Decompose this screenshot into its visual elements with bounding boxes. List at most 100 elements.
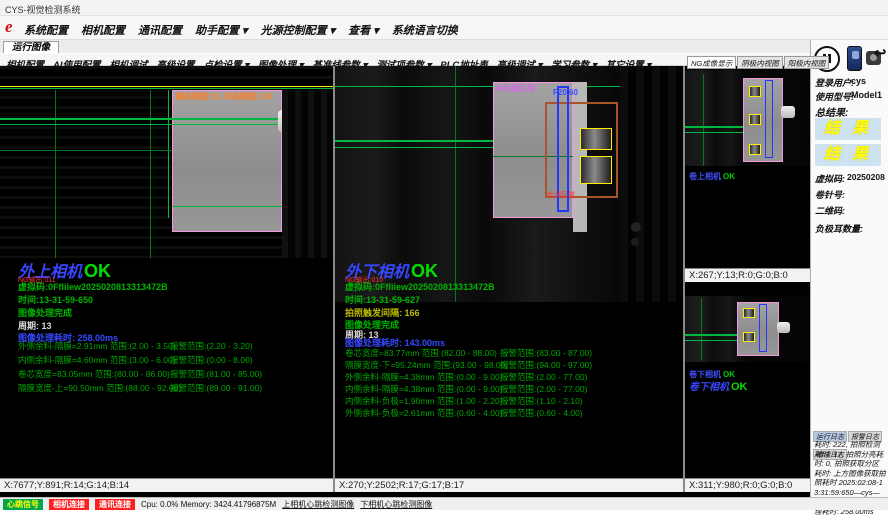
cpu-memory-readout: Cpu: 0.0% Memory: 3424.41796875M [141,500,276,509]
camera-status: OK [84,261,111,281]
window-title: CYS-视觉检测系统 [5,3,81,16]
menu-language-switch[interactable]: 系统语言切换 [392,22,458,38]
user-value: cys [851,76,866,86]
done-line: 图像处理完成 [18,306,72,319]
connector-blob [777,322,790,333]
title-bar: CYS-视觉检测系统 [0,0,888,16]
threshold-label: 静态阈值:93, 动态阈值:100 [176,91,272,102]
tab-feature-box [749,86,761,97]
menu-light-control[interactable]: 光源控制配置 ▾ [261,22,336,38]
overlay-green-line [685,340,737,341]
camera-view-lower-outer[interactable]: AI检测区域 F20.60 检测区域 外下相机OK NG输出:010 虚拟码:0… [335,66,683,492]
machine-right-section [620,66,683,302]
menu-view[interactable]: 查看 ▾ [348,22,379,38]
device-button[interactable] [847,46,862,71]
overlay-green-line [685,126,743,128]
app-logo-icon: e [5,17,13,37]
tab-run-image[interactable]: 运行图像 [3,41,59,53]
overlay-green-line [0,118,282,120]
measurement-row: 内侧余料-隔膜=4.38mm 范围:(0.00 - 9.00)报警范围:(2.0… [345,383,680,395]
ai-region-label: AI检测区域 [495,83,535,94]
status-bar: 心跳信号 相机连接 通讯连接 Cpu: 0.0% Memory: 3424.41… [0,497,888,510]
heartbeat-status-badge: 心跳信号 [3,499,43,510]
qr-code-label: 二维码: [815,204,845,217]
upper-camera-heartbeat-link[interactable]: 上相机心跳检测图像 [282,499,354,510]
menu-system-config[interactable]: 系统配置 [24,22,68,38]
menu-camera-config[interactable]: 相机配置 [81,22,125,38]
alarm-range: 报警范围:(2.20 - 3.20) [170,340,253,352]
menu-comm-config[interactable]: 通讯配置 [138,22,182,38]
camera-connection-badge: 相机连接 [49,499,89,510]
logout-button[interactable]: ↩ [872,45,888,63]
pixel-coordinates-readout: X:311;Y:980;R:0;G:0;B:0 [685,478,810,492]
camera-image-side-bottom[interactable] [685,296,810,362]
region-label: 检测区域 [547,190,575,200]
pixel-coordinates-readout: X:7677;Y:891;R:14;G:14;B:14 [0,478,333,492]
alarm-range: 报警范围:(89.00 - 91.00) [170,382,262,394]
side-result-camera: 卷下相机 [689,382,729,393]
barcode-line: 虚拟码:0Ffliiew2025020813313472B [18,280,168,293]
measurement-value: 内侧余料-隔膜=4.38mm 范围:(0.00 - 9.00) [345,383,503,395]
measurement-row: 内侧余料-负极=1.90mm 范围:(1.00 - 2.20)报警范围:(1.1… [345,395,680,407]
overlay-green-line [0,150,172,151]
tab-feature-box [580,156,612,184]
alarm-range: 报警范围:(0.60 - 4.00) [500,407,583,419]
measurement-row: 卷芯宽度=83.77mm 范围:(82.00 - 88.00)报警范围:(83.… [345,347,680,359]
barcode-line: 虚拟码:0Ffliiew2025020813313472B [345,280,495,293]
tab-anode-inner-view[interactable]: 阳极内视图 [784,56,830,69]
measurement-row: 卷芯宽度=83.05mm 范围:(80.00 - 86.00)报警范围:(81.… [18,368,328,380]
connector-blob [781,106,795,118]
measurement-row: 外侧余料-负极=2.61mm 范围:(0.60 - 4.00)报警范围:(0.6… [345,407,680,419]
measurement-value: 内侧余料-隔膜=4.60mm 范围:(3.00 - 6.00) [18,354,176,366]
measurement-value: 隔膜宽度-下=95.24mm 范围:(93.00 - 98.00) [345,359,508,371]
pixel-coordinates-readout: X:267;Y:13;R:0;G:0;B:0 [685,268,810,282]
control-panel: ↩ 登录用户: cys 使用型号: Model1 总结果: 结 果 结 果 虚拟… [810,40,888,497]
measurement-value: 外侧余料-负极=2.61mm 范围:(0.60 - 4.00) [345,407,503,419]
menu-bar: e 系统配置相机配置通讯配置助手配置 ▾ 光源控制配置 ▾ 查看 ▾ 系统语言切换 [0,16,888,40]
overlay-green-line [0,124,282,125]
alarm-range: 报警范围:(0.00 - 8.00) [170,354,253,366]
alarm-range: 报警范围:(2.00 - 77.00) [500,371,587,383]
model-value: Model1 [851,90,882,100]
measurement-row: 隔膜宽度-上=90.50mm 范围:(88.00 - 92.00)报警范围:(8… [18,382,328,394]
overlay-green-line [335,140,493,142]
measurement-row: 外侧余料-隔膜=4.38mm 范围:(0.00 - 9.00)报警范围:(2.0… [345,371,680,383]
device-icon [852,51,859,59]
camera-image-side-top[interactable] [685,70,810,166]
overlay-green-vline [703,74,704,166]
overlay-green-vline [168,90,169,218]
overlay-green-vline [55,90,56,258]
camera-status: OK [411,261,438,281]
camera-image-left[interactable]: 静态阈值:93, 动态阈值:100 F2.60 [0,66,333,258]
tab-cathode-inner-view[interactable]: 阴极内视图 [737,56,783,69]
overlay-green-line [685,132,743,133]
model-label: 使用型号: [815,90,854,103]
overlay-green-line [0,88,333,89]
menu-assistant-config[interactable]: 助手配置 ▾ [195,22,248,38]
side-view-bottom[interactable]: 卷下相机OK 卷下相机OK X:311;Y:980;R:0;G:0;B:0 [685,282,810,492]
needle-number-label: 卷针号: [815,188,845,201]
overlay-green-line [685,334,737,336]
measurement-row: 内侧余料-隔膜=4.60mm 范围:(3.00 - 6.00)报警范围:(0.0… [18,354,328,366]
measurement-value: 隔膜宽度-上=90.50mm 范围:(88.00 - 92.00) [18,382,181,394]
overlay-blue-marker-box [765,80,773,158]
logout-arrow-icon: ↩ [874,45,887,62]
lower-camera-heartbeat-link[interactable]: 下相机心跳检测图像 [360,499,432,510]
alarm-range: 报警范围:(2.00 - 77.00) [500,383,587,395]
side-view-top[interactable]: 卷上相机OK X:267;Y:13;R:0;G:0;B:0 [685,66,810,282]
tab-ng-image-display[interactable]: NG成像显示 [687,56,736,69]
bolt-detail [631,238,639,246]
pixel-coordinates-readout: X:270;Y:2502;R:17;G:17;B:17 [335,478,683,492]
overlay-blue-marker-box [759,304,767,352]
time-line: 时间:13-31-59-627 [345,293,420,306]
side-view-tabs: NG成像显示阴极内视图阳极内视图 [687,53,830,71]
measurement-value: 外侧余料-隔膜=2.91mm 范围:(2.00 - 3.50) [18,340,176,352]
side-result-status: OK [731,381,748,393]
tab-feature-box [580,128,612,150]
measurement-row: 外侧余料-隔膜=2.91mm 范围:(2.00 - 3.50)报警范围:(2.2… [18,340,328,352]
overlay-film-region [172,90,282,232]
alarm-range: 报警范围:(81.00 - 85.00) [170,368,262,380]
camera-view-upper-outer[interactable]: 静态阈值:93, 动态阈值:100 F2.60 外上相机OK NG输出:011 … [0,66,333,492]
measurement-list: 卷芯宽度=83.77mm 范围:(82.00 - 88.00)报警范围:(83.… [345,347,680,427]
measurement-value: 内侧余料-负极=1.90mm 范围:(1.00 - 2.20) [345,395,503,407]
